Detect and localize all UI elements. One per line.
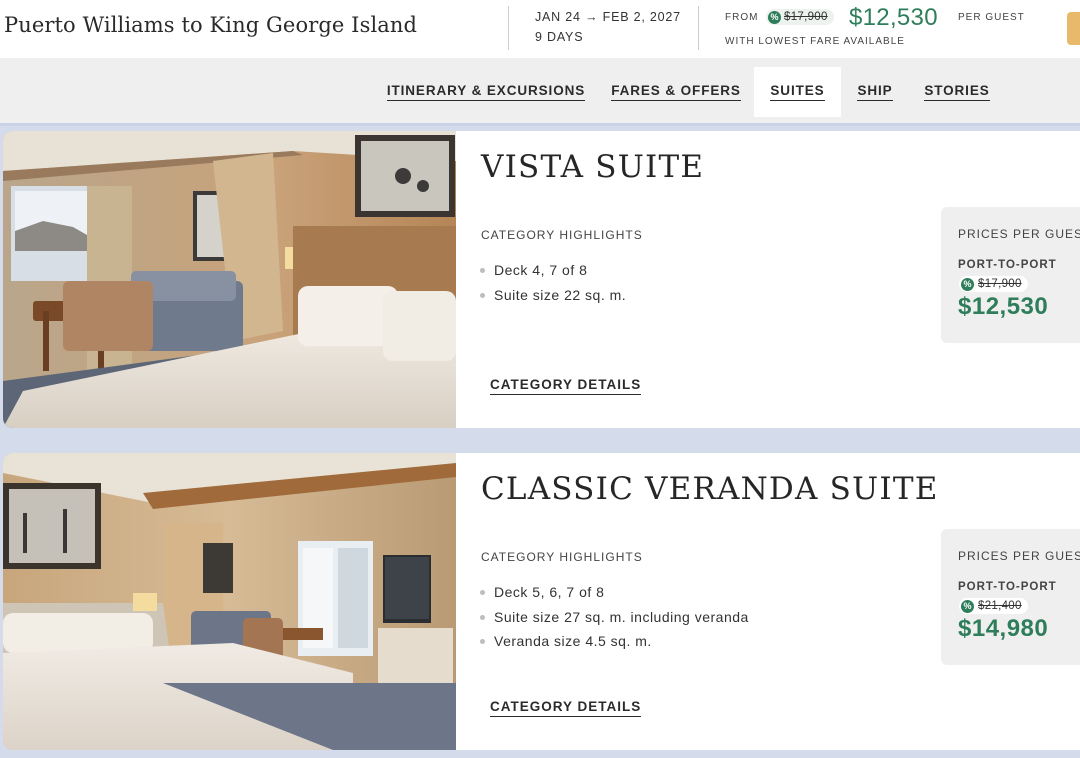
- discount-badge: % $21,400: [959, 598, 1028, 614]
- fare-note: WITH LOWEST FARE AVAILABLE: [725, 36, 905, 47]
- highlight-item: Deck 5, 6, 7 of 8: [478, 583, 749, 608]
- original-price: $21,400: [978, 600, 1022, 612]
- trip-duration: 9 DAYS: [535, 30, 584, 44]
- header-divider: [508, 6, 509, 50]
- category-details-link[interactable]: CATEGORY DETAILS: [490, 377, 642, 395]
- percent-badge-icon: %: [961, 599, 974, 613]
- suite-card-vista: VISTA SUITE CATEGORY HIGHLIGHTS Deck 4, …: [3, 131, 1080, 428]
- price-panel: PRICES PER GUEST PORT-TO-PORT % $17,900 …: [941, 207, 1080, 343]
- discount-badge: % $17,900: [766, 9, 834, 25]
- tab-ship[interactable]: SHIP: [855, 58, 895, 126]
- suite-name: CLASSIC VERANDA SUITE: [481, 471, 939, 507]
- original-price: $17,900: [784, 11, 828, 23]
- highlight-item: Suite size 27 sq. m. including veranda: [478, 608, 749, 633]
- trip-header: Puerto Williams to King George Island JA…: [0, 0, 1080, 58]
- discount-badge: % $17,900: [959, 276, 1028, 292]
- fare-type: PORT-TO-PORT: [958, 259, 1057, 271]
- category-details-link[interactable]: CATEGORY DETAILS: [490, 699, 642, 717]
- percent-badge-icon: %: [768, 10, 781, 24]
- trip-title: Puerto Williams to King George Island: [4, 13, 418, 37]
- fare-type: PORT-TO-PORT: [958, 581, 1057, 593]
- price-panel: PRICES PER GUEST PORT-TO-PORT % $21,400 …: [941, 529, 1080, 665]
- header-divider: [698, 6, 699, 50]
- percent-badge-icon: %: [961, 277, 974, 291]
- lead-price: $12,530: [849, 4, 938, 31]
- request-quote-button[interactable]: [1067, 12, 1080, 45]
- highlight-item: Suite size 22 sq. m.: [478, 286, 626, 311]
- highlights-list: Deck 5, 6, 7 of 8 Suite size 27 sq. m. i…: [478, 583, 749, 657]
- highlights-label: CATEGORY HIGHLIGHTS: [481, 228, 643, 242]
- tab-fares-offers[interactable]: FARES & OFFERS: [611, 58, 741, 126]
- suite-price: $12,530: [958, 293, 1049, 320]
- suite-card-classic-veranda: CLASSIC VERANDA SUITE CATEGORY HIGHLIGHT…: [3, 453, 1080, 750]
- tab-stories[interactable]: STORIES: [922, 58, 992, 126]
- prices-label: PRICES PER GUEST: [958, 227, 1080, 241]
- suite-photo[interactable]: [3, 131, 456, 428]
- suite-photo[interactable]: [3, 453, 456, 750]
- per-guest-label: PER GUEST: [958, 12, 1025, 23]
- prices-label: PRICES PER GUEST: [958, 549, 1080, 563]
- tab-itinerary-excursions[interactable]: ITINERARY & EXCURSIONS: [386, 58, 586, 126]
- trip-dates: JAN 24 → FEB 2, 2027: [535, 10, 681, 24]
- suite-price: $14,980: [958, 615, 1049, 642]
- tab-suites[interactable]: SUITES: [754, 67, 841, 117]
- highlight-item: Veranda size 4.5 sq. m.: [478, 632, 749, 657]
- section-nav: ITINERARY & EXCURSIONS FARES & OFFERS SU…: [0, 58, 1080, 126]
- highlight-item: Deck 4, 7 of 8: [478, 261, 626, 286]
- original-price: $17,900: [978, 278, 1022, 290]
- highlights-list: Deck 4, 7 of 8 Suite size 22 sq. m.: [478, 261, 626, 310]
- suite-name: VISTA SUITE: [481, 149, 705, 185]
- from-label: FROM: [725, 12, 759, 23]
- highlights-label: CATEGORY HIGHLIGHTS: [481, 550, 643, 564]
